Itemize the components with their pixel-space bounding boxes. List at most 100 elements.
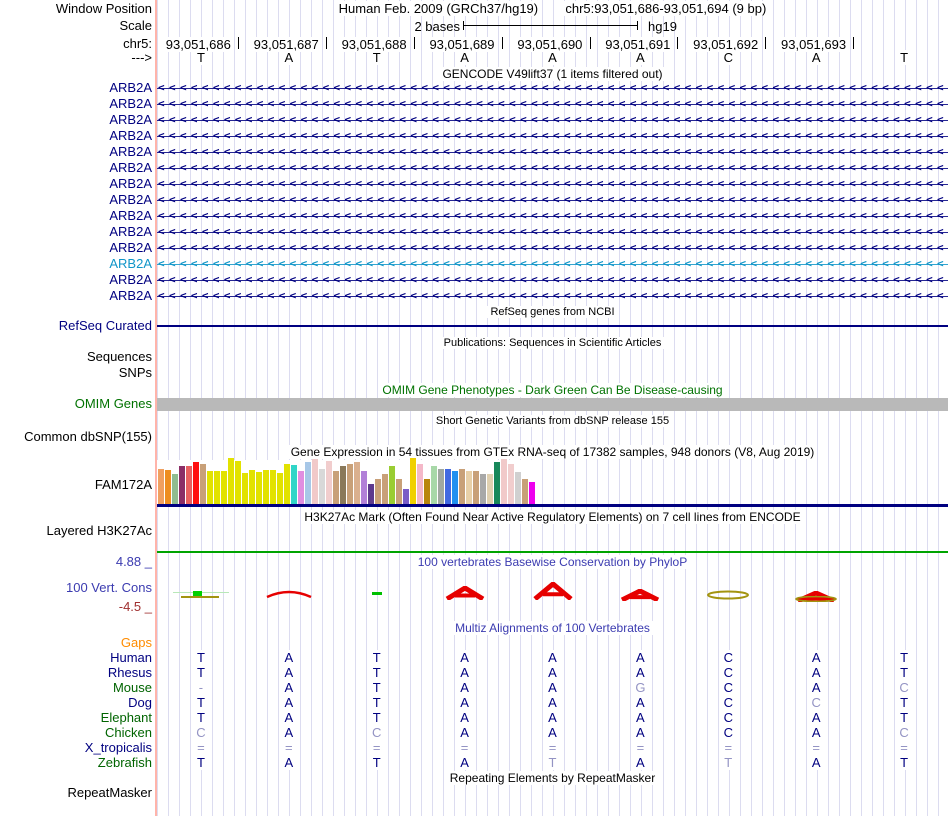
gtex-bar[interactable] xyxy=(459,469,465,504)
species-label[interactable]: Human xyxy=(0,651,152,665)
gtex-bar[interactable] xyxy=(165,470,171,504)
gtex-bar[interactable] xyxy=(256,472,262,504)
layered-h3k27ac-label[interactable]: Layered H3K27Ac xyxy=(0,524,152,538)
sequences-label[interactable]: Sequences xyxy=(0,350,152,364)
gene-row-label[interactable]: ARB2A xyxy=(0,145,152,159)
gtex-bar[interactable] xyxy=(277,473,283,504)
gtex-bar[interactable] xyxy=(158,469,164,504)
species-label[interactable]: X_tropicalis xyxy=(0,741,152,755)
gtex-bar[interactable] xyxy=(340,466,346,504)
gtex-bar[interactable] xyxy=(235,461,241,504)
gtex-bar[interactable] xyxy=(200,464,206,504)
gene-row-label[interactable]: ARB2A xyxy=(0,225,152,239)
gtex-bar[interactable] xyxy=(172,474,178,504)
gtex-bar[interactable] xyxy=(424,479,430,504)
gtex-bar[interactable] xyxy=(438,469,444,504)
gtex-bar[interactable] xyxy=(326,461,332,504)
gtex-bar[interactable] xyxy=(221,471,227,504)
gtex-bar[interactable] xyxy=(431,466,437,504)
gtex-bar[interactable] xyxy=(361,471,367,504)
gtex-bar[interactable] xyxy=(515,472,521,504)
gtex-gene-label[interactable]: FAM172A xyxy=(0,478,152,492)
gtex-bar[interactable] xyxy=(494,462,500,504)
gene-row-label[interactable]: ARB2A xyxy=(0,289,152,303)
gtex-bar[interactable] xyxy=(480,474,486,504)
refseq-curated-label[interactable]: RefSeq Curated xyxy=(0,319,152,333)
gtex-bar[interactable] xyxy=(291,465,297,504)
gene-row-label[interactable]: ARB2A xyxy=(0,257,152,271)
gtex-bar[interactable] xyxy=(347,464,353,504)
gene-row[interactable]: <<<<<<<<<<<<<<<<<<<<<<<<<<<<<<<<<<<<<<<<… xyxy=(157,161,948,175)
gene-row-label[interactable]: ARB2A xyxy=(0,241,152,255)
gtex-bar[interactable] xyxy=(445,469,451,504)
gtex-bar[interactable] xyxy=(522,479,528,504)
refseq-gene-line[interactable] xyxy=(157,325,948,327)
gene-row[interactable]: <<<<<<<<<<<<<<<<<<<<<<<<<<<<<<<<<<<<<<<<… xyxy=(157,209,948,223)
species-label[interactable]: Rhesus xyxy=(0,666,152,680)
gtex-bar[interactable] xyxy=(396,479,402,504)
omim-gene-bar[interactable] xyxy=(157,398,948,411)
gtex-bar[interactable] xyxy=(214,471,220,504)
gtex-bar[interactable] xyxy=(207,471,213,504)
gtex-bar[interactable] xyxy=(403,489,409,504)
gene-row[interactable]: <<<<<<<<<<<<<<<<<<<<<<<<<<<<<<<<<<<<<<<<… xyxy=(157,193,948,207)
gtex-bar[interactable] xyxy=(508,464,514,504)
species-label[interactable]: Elephant xyxy=(0,711,152,725)
snps-label[interactable]: SNPs xyxy=(0,366,152,380)
gtex-bar[interactable] xyxy=(333,471,339,504)
gtex-bar[interactable] xyxy=(249,470,255,504)
gtex-bar[interactable] xyxy=(186,466,192,504)
gene-row-label[interactable]: ARB2A xyxy=(0,161,152,175)
gtex-bar[interactable] xyxy=(382,474,388,504)
gtex-bar[interactable] xyxy=(501,459,507,504)
gtex-bar[interactable] xyxy=(487,474,493,504)
gtex-bar[interactable] xyxy=(179,466,185,504)
gene-row[interactable]: <<<<<<<<<<<<<<<<<<<<<<<<<<<<<<<<<<<<<<<<… xyxy=(157,241,948,255)
gene-row[interactable]: <<<<<<<<<<<<<<<<<<<<<<<<<<<<<<<<<<<<<<<<… xyxy=(157,113,948,127)
gtex-bar[interactable] xyxy=(242,473,248,504)
gtex-bar[interactable] xyxy=(228,458,234,504)
gtex-bar[interactable] xyxy=(298,471,304,504)
gene-row[interactable]: <<<<<<<<<<<<<<<<<<<<<<<<<<<<<<<<<<<<<<<<… xyxy=(157,81,948,95)
phylop-track-label[interactable]: 100 Vert. Cons xyxy=(0,581,152,595)
gtex-bar[interactable] xyxy=(193,462,199,504)
gene-row[interactable]: <<<<<<<<<<<<<<<<<<<<<<<<<<<<<<<<<<<<<<<<… xyxy=(157,289,948,303)
gtex-bar[interactable] xyxy=(312,459,318,504)
gtex-bar[interactable] xyxy=(368,484,374,504)
gtex-bar[interactable] xyxy=(270,470,276,504)
repeatmasker-label[interactable]: RepeatMasker xyxy=(0,786,152,800)
common-dbsnp-label[interactable]: Common dbSNP(155) xyxy=(0,430,152,444)
gene-row-label[interactable]: ARB2A xyxy=(0,129,152,143)
gene-row-label[interactable]: ARB2A xyxy=(0,113,152,127)
gtex-bar[interactable] xyxy=(473,471,479,504)
species-label[interactable]: Zebrafish xyxy=(0,756,152,770)
gene-row-label[interactable]: ARB2A xyxy=(0,273,152,287)
gene-row-label[interactable]: ARB2A xyxy=(0,177,152,191)
gene-row-label[interactable]: ARB2A xyxy=(0,193,152,207)
gtex-bar[interactable] xyxy=(319,469,325,504)
gene-row-label[interactable]: ARB2A xyxy=(0,209,152,223)
gtex-bar[interactable] xyxy=(466,471,472,504)
gtex-bar[interactable] xyxy=(452,471,458,504)
gtex-bar[interactable] xyxy=(284,464,290,504)
gtex-bar[interactable] xyxy=(410,458,416,504)
gene-row[interactable]: <<<<<<<<<<<<<<<<<<<<<<<<<<<<<<<<<<<<<<<<… xyxy=(157,129,948,143)
gene-row[interactable]: <<<<<<<<<<<<<<<<<<<<<<<<<<<<<<<<<<<<<<<<… xyxy=(157,273,948,287)
gtex-bar[interactable] xyxy=(389,466,395,504)
gtex-bar[interactable] xyxy=(354,462,360,504)
gene-row[interactable]: <<<<<<<<<<<<<<<<<<<<<<<<<<<<<<<<<<<<<<<<… xyxy=(157,145,948,159)
species-label[interactable]: Mouse xyxy=(0,681,152,695)
gene-row[interactable]: <<<<<<<<<<<<<<<<<<<<<<<<<<<<<<<<<<<<<<<<… xyxy=(157,177,948,191)
gtex-bar[interactable] xyxy=(375,479,381,504)
gtex-bar[interactable] xyxy=(305,462,311,504)
gtex-bar[interactable] xyxy=(417,464,423,504)
gene-row[interactable]: <<<<<<<<<<<<<<<<<<<<<<<<<<<<<<<<<<<<<<<<… xyxy=(157,257,948,271)
gtex-bar[interactable] xyxy=(263,470,269,504)
gene-row-label[interactable]: ARB2A xyxy=(0,97,152,111)
gene-row[interactable]: <<<<<<<<<<<<<<<<<<<<<<<<<<<<<<<<<<<<<<<<… xyxy=(157,225,948,239)
gtex-bar[interactable] xyxy=(529,482,535,504)
gene-row[interactable]: <<<<<<<<<<<<<<<<<<<<<<<<<<<<<<<<<<<<<<<<… xyxy=(157,97,948,111)
species-label[interactable]: Dog xyxy=(0,696,152,710)
species-label[interactable]: Chicken xyxy=(0,726,152,740)
gene-row-label[interactable]: ARB2A xyxy=(0,81,152,95)
